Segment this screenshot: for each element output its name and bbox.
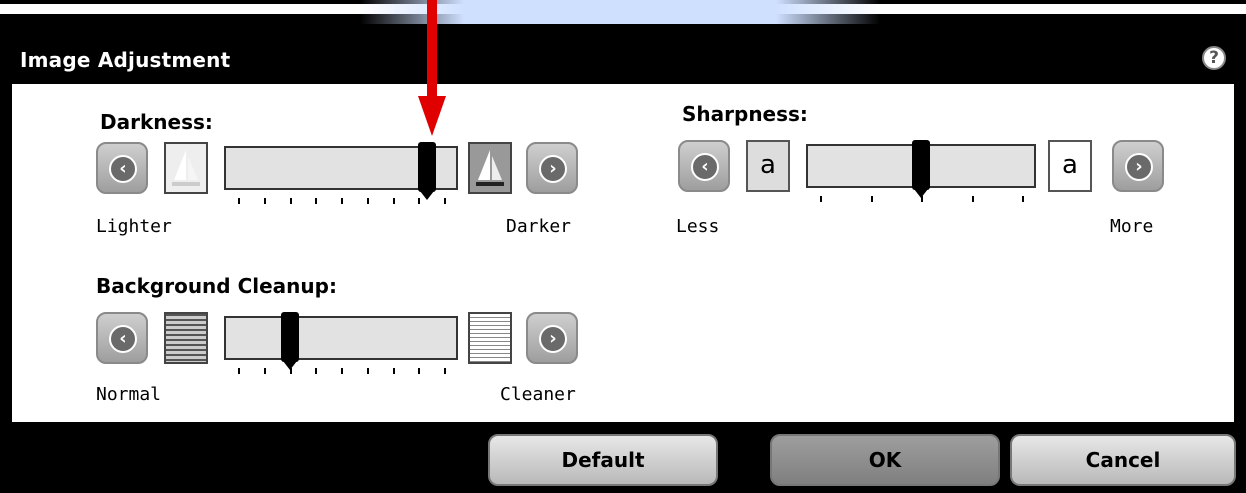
default-button[interactable]: Default — [488, 434, 718, 486]
clean-lines-thumbnail — [468, 312, 512, 364]
light-boat-thumbnail — [164, 142, 208, 194]
soft-letter-thumbnail: a — [746, 140, 790, 192]
slider-tick — [238, 368, 240, 374]
slider-tick — [263, 198, 266, 204]
chevron-right-icon: › — [1125, 153, 1153, 181]
normal-lines-thumbnail — [164, 312, 208, 364]
slider-tick — [820, 196, 822, 202]
sharp-letter-thumbnail: a — [1048, 140, 1092, 192]
slider-tick — [444, 198, 446, 204]
slider-tick — [289, 368, 292, 374]
sharpness-decrease-button[interactable]: ‹ — [678, 140, 730, 192]
background-right-label: Cleaner — [500, 384, 576, 405]
darkness-increase-button[interactable]: › — [526, 142, 578, 194]
slider-tick — [238, 198, 240, 204]
adjustment-panel — [12, 84, 1234, 422]
darkness-right-label: Darker — [506, 216, 572, 237]
slider-tick — [870, 196, 873, 202]
help-icon[interactable]: ? — [1202, 46, 1226, 70]
slider-tick — [921, 196, 923, 202]
ok-button[interactable]: OK — [770, 434, 1000, 486]
slider-tick — [366, 198, 369, 204]
background-left-label: Normal — [96, 384, 162, 405]
darkness-label: Darkness: — [100, 110, 213, 134]
slider-tick — [366, 368, 369, 374]
slider-tick — [315, 198, 318, 204]
chevron-right-icon: › — [539, 325, 567, 353]
background-slider-handle[interactable] — [281, 312, 299, 370]
background-cleanup-label: Background Cleanup: — [96, 274, 337, 298]
sharpness-slider-handle[interactable] — [912, 140, 930, 198]
chevron-left-icon: ‹ — [109, 325, 137, 353]
background-increase-button[interactable]: › — [526, 312, 578, 364]
slider-tick — [263, 368, 266, 374]
slider-tick — [444, 368, 446, 374]
slider-tick — [315, 368, 318, 374]
slider-tick — [971, 196, 974, 202]
darkness-slider-handle[interactable] — [417, 142, 436, 200]
sailboat-dark-icon — [470, 144, 510, 192]
background-decrease-button[interactable]: ‹ — [96, 312, 148, 364]
slider-tick — [418, 198, 421, 204]
sharpness-increase-button[interactable]: › — [1112, 140, 1164, 192]
sharpness-right-label: More — [1110, 216, 1154, 237]
slider-tick — [1022, 196, 1024, 202]
darkness-left-label: Lighter — [96, 216, 172, 237]
background-slider-track[interactable] — [224, 316, 458, 360]
dialog-title: Image Adjustment — [20, 48, 231, 72]
dark-boat-thumbnail — [468, 142, 512, 194]
annotation-arrow-icon — [418, 0, 446, 136]
sharpness-label: Sharpness: — [682, 102, 808, 126]
slider-tick — [289, 198, 292, 204]
chevron-left-icon: ‹ — [691, 153, 719, 181]
slider-tick — [418, 368, 421, 374]
slider-tick — [392, 368, 395, 374]
darkness-decrease-button[interactable]: ‹ — [96, 142, 148, 194]
slider-tick — [341, 198, 343, 204]
sailboat-light-icon — [172, 150, 200, 186]
background-window-strip — [0, 0, 1246, 24]
chevron-left-icon: ‹ — [109, 155, 137, 183]
cancel-button[interactable]: Cancel — [1010, 434, 1236, 486]
slider-tick — [392, 198, 395, 204]
chevron-right-icon: › — [539, 155, 567, 183]
sharpness-left-label: Less — [676, 216, 720, 237]
slider-tick — [341, 368, 343, 374]
